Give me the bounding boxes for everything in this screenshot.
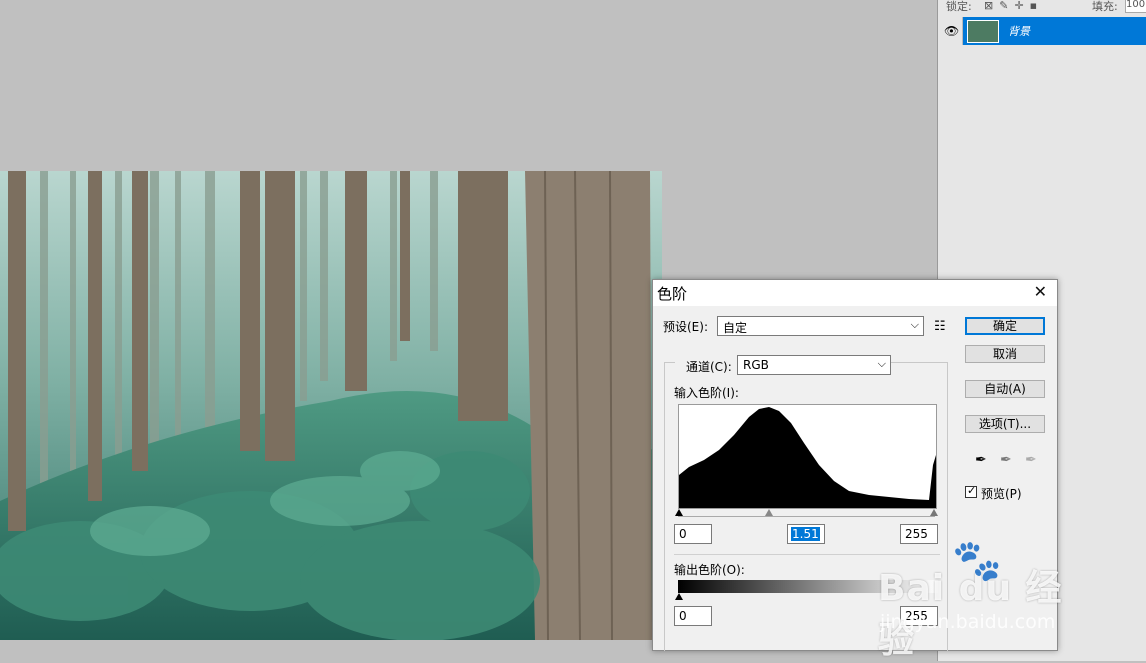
input-white-field[interactable]: 255 (900, 524, 938, 544)
input-slider-track[interactable] (678, 516, 935, 517)
output-black-field[interactable]: 0 (674, 606, 712, 626)
output-levels-label: 输出色阶(O): (674, 563, 745, 577)
preset-options-icon[interactable]: ☷ (934, 319, 946, 334)
visibility-toggle[interactable]: 👁 (938, 17, 963, 45)
lock-row: 锁定: ⊠✎✛▪ 填充: 100 (938, 0, 1146, 14)
channel-select[interactable]: RGB ⌵ (737, 355, 891, 375)
channel-label: 通道(C): (675, 358, 743, 375)
lock-paint-icon[interactable]: ✎ (999, 0, 1014, 12)
dialog-titlebar[interactable]: 色阶 ✕ (653, 280, 1057, 306)
white-eyedropper-icon[interactable]: ✒ (1025, 452, 1037, 468)
fill-input[interactable]: 100 (1125, 0, 1146, 13)
fill-label: 填充: (1092, 0, 1118, 13)
input-gamma-field[interactable]: 1.51 (787, 524, 825, 544)
chevron-down-icon: ⌵ (910, 318, 919, 331)
chevron-down-icon: ⌵ (877, 357, 886, 370)
input-black-value: 0 (679, 527, 687, 541)
eye-icon: 👁 (944, 24, 960, 38)
lock-transparency-icon[interactable]: ⊠ (984, 0, 999, 12)
preview-checkbox[interactable]: ✓ (965, 484, 977, 498)
output-gradient (678, 580, 938, 593)
input-white-value: 255 (905, 527, 928, 541)
dialog-title: 色阶 (657, 285, 688, 303)
output-black-handle[interactable] (675, 593, 683, 600)
forest-photo[interactable] (0, 171, 662, 640)
black-eyedropper-icon[interactable]: ✒ (975, 452, 987, 468)
layer-thumbnail (967, 20, 999, 43)
layer-row-background[interactable]: 👁 背景 (938, 17, 1146, 45)
gray-eyedropper-icon[interactable]: ✒ (1000, 452, 1012, 468)
lock-move-icon[interactable]: ✛ (1014, 0, 1029, 12)
check-icon: ✓ (967, 484, 977, 497)
input-levels-label: 输入色阶(I): (674, 386, 739, 400)
output-black-value: 0 (679, 609, 687, 623)
input-gamma-value: 1.51 (791, 527, 820, 541)
channel-value: RGB (743, 358, 769, 372)
lock-label: 锁定: (946, 0, 972, 13)
options-button[interactable]: 选项(T)... (965, 415, 1045, 433)
preset-select[interactable]: 自定 ⌵ (717, 316, 924, 336)
histogram (678, 404, 937, 509)
preset-value: 自定 (723, 321, 748, 335)
input-black-field[interactable]: 0 (674, 524, 712, 544)
output-white-value: 255 (905, 609, 928, 623)
divider (674, 554, 940, 555)
layer-name[interactable]: 背景 (1008, 23, 1030, 39)
cancel-button[interactable]: 取消 (965, 345, 1045, 363)
lock-icons[interactable]: ⊠✎✛▪ (984, 0, 1043, 12)
forest-image (0, 171, 662, 640)
auto-button[interactable]: 自动(A) (965, 380, 1045, 398)
output-white-field[interactable]: 255 (900, 606, 938, 626)
input-white-handle[interactable] (930, 509, 938, 516)
histogram-graph (679, 407, 936, 508)
lock-all-icon[interactable]: ▪ (1030, 0, 1043, 12)
preview-label: 预览(P) (981, 487, 1022, 501)
preset-label: 预设(E): (663, 320, 708, 334)
input-gamma-handle[interactable] (765, 509, 773, 516)
close-icon[interactable]: ✕ (1034, 282, 1047, 301)
input-black-handle[interactable] (675, 509, 683, 516)
levels-dialog: 色阶 ✕ 预设(E): 自定 ⌵ ☷ 通道(C): RGB ⌵ 输入色阶(I):… (652, 279, 1058, 651)
ok-button[interactable]: 确定 (965, 317, 1045, 335)
